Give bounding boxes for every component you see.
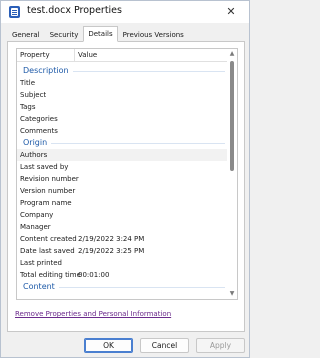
group-title: Content [23, 282, 55, 291]
property-value [75, 173, 227, 185]
property-name: Title [20, 79, 36, 87]
properties-dialog: test.docx Properties ✕ General Security … [0, 0, 250, 358]
property-row[interactable]: Company [17, 209, 227, 221]
group-divider [51, 142, 225, 144]
group-header: Origin [17, 137, 227, 149]
property-name: Authors [20, 151, 48, 159]
property-name: Total editing time [20, 271, 81, 279]
property-row[interactable]: Title [17, 77, 227, 89]
property-row[interactable]: Date last saved 2/19/2022 3:25 PM [17, 245, 227, 257]
property-row[interactable]: Version number [17, 185, 227, 197]
property-row[interactable]: Content created 2/19/2022 3:24 PM [17, 233, 227, 245]
property-value [75, 257, 227, 269]
property-value: 00:01:00 [78, 271, 110, 279]
property-name: Revision number [20, 175, 79, 183]
property-name: Tags [20, 103, 36, 111]
property-row[interactable]: Last saved by [17, 161, 227, 173]
property-value [75, 101, 227, 113]
list-body: Description Title Subject Tags Categories Com… [17, 65, 227, 293]
word-document-icon [9, 6, 20, 18]
property-row[interactable]: Subject [17, 89, 227, 101]
tab-security[interactable]: Security [45, 27, 84, 41]
group-header: Content [17, 281, 227, 293]
property-name: Manager [20, 223, 51, 231]
property-row[interactable]: Tags [17, 101, 227, 113]
group-divider [58, 286, 225, 288]
tab-general[interactable]: General [7, 27, 45, 41]
property-value [75, 161, 227, 173]
properties-list[interactable]: Property Value Description Title Subject Ta… [16, 48, 238, 300]
ok-button[interactable]: OK [84, 338, 133, 353]
scroll-down-icon[interactable]: ▼ [229, 291, 235, 297]
group-title: Description [23, 66, 69, 75]
property-value [75, 77, 227, 89]
property-value: 2/19/2022 3:24 PM [78, 235, 145, 243]
property-name: Last printed [20, 259, 63, 267]
property-name: Subject [20, 91, 47, 99]
property-name: Last saved by [20, 163, 69, 171]
property-name: Comments [20, 127, 58, 135]
property-value [75, 125, 227, 137]
property-value [75, 197, 227, 209]
property-value [75, 113, 227, 125]
cancel-button[interactable]: Cancel [140, 338, 189, 353]
window-title: test.docx Properties [27, 5, 122, 16]
property-row[interactable]: Manager [17, 221, 227, 233]
property-value: 2/19/2022 3:25 PM [78, 247, 145, 255]
tab-details[interactable]: Details [83, 26, 118, 42]
property-row[interactable]: Comments [17, 125, 227, 137]
property-name: Date last saved [20, 247, 75, 255]
tab-previous-versions[interactable]: Previous Versions [118, 27, 189, 41]
property-row[interactable]: Last printed [17, 257, 227, 269]
property-value [75, 221, 227, 233]
scrollbar-thumb[interactable] [230, 61, 234, 171]
vertical-scrollbar[interactable]: ▲ ▼ [227, 49, 237, 299]
apply-button[interactable]: Apply [196, 338, 245, 353]
property-value [75, 89, 227, 101]
property-name: Content created [20, 235, 77, 243]
list-header: Property Value [17, 49, 227, 62]
scroll-up-icon[interactable]: ▲ [229, 51, 235, 57]
group-divider [72, 70, 225, 72]
group-header: Description [17, 65, 227, 77]
tab-strip: General Security Details Previous Versio… [7, 26, 189, 42]
column-header-value[interactable]: Value [75, 49, 227, 61]
close-button[interactable]: ✕ [223, 4, 239, 20]
property-name: Company [20, 211, 54, 219]
column-header-property[interactable]: Property [17, 49, 75, 61]
remove-properties-link[interactable]: Remove Properties and Personal Informati… [15, 310, 171, 318]
property-row[interactable]: Categories [17, 113, 227, 125]
property-name: Version number [20, 187, 76, 195]
group-title: Origin [23, 138, 48, 147]
property-row[interactable]: Authors [17, 149, 227, 161]
property-name: Categories [20, 115, 58, 123]
property-value [75, 185, 227, 197]
property-row[interactable]: Program name [17, 197, 227, 209]
title-bar[interactable]: test.docx Properties ✕ [1, 1, 249, 23]
property-value [75, 209, 227, 221]
property-row[interactable]: Revision number [17, 173, 227, 185]
property-row[interactable]: Total editing time 00:01:00 [17, 269, 227, 281]
property-name: Program name [20, 199, 72, 207]
details-panel: Property Value Description Title Subject Ta… [7, 41, 245, 332]
property-value [75, 149, 227, 161]
